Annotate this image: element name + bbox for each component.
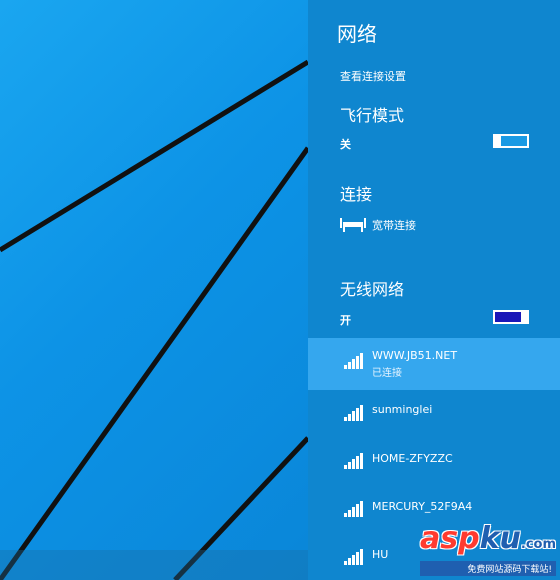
wifi-network-name: HU [372, 548, 389, 561]
broadband-connection[interactable]: 宽带连接 [340, 215, 416, 233]
wifi-heading: 无线网络 [340, 280, 405, 299]
wifi-signal-icon [344, 549, 363, 565]
toggle-knob [493, 134, 501, 148]
wallpaper-line [0, 146, 308, 580]
wifi-signal-icon [344, 405, 363, 421]
watermark-subtitle: 免费网站源码下载站! [419, 561, 556, 576]
flyout-title: 网络 [337, 22, 377, 46]
airplane-mode-heading: 飞行模式 [340, 106, 405, 125]
watermark-logo-a: asp [419, 521, 480, 556]
wifi-signal-icon [344, 353, 363, 369]
watermark-logo: aspku.com [420, 524, 556, 560]
wifi-network-item[interactable]: sunminglei [308, 390, 560, 442]
wifi-signal-icon [344, 453, 363, 469]
airplane-mode-state: 关 [340, 138, 351, 151]
wifi-state: 开 [340, 314, 351, 327]
network-flyout: 网络 查看连接设置 飞行模式 关 连接 宽带连接 无线网络 开 WWW.JB51… [308, 0, 560, 580]
wifi-network-status: 已连接 [372, 368, 402, 379]
wallpaper-line [0, 59, 308, 253]
toggle-knob [521, 310, 529, 324]
wifi-toggle[interactable] [493, 310, 529, 324]
wifi-network-name: HOME-ZFYZZC [372, 452, 453, 465]
wifi-signal-icon [344, 501, 363, 517]
broadband-label: 宽带连接 [372, 219, 416, 232]
wifi-network-name: WWW.JB51.NET [372, 349, 458, 362]
wallpaper-lines [0, 59, 308, 580]
taskbar [0, 550, 308, 580]
wifi-network-name: MERCURY_52F9A4 [372, 500, 473, 513]
wifi-network-item[interactable]: WWW.JB51.NET 已连接 [308, 338, 560, 390]
watermark: aspku.com 免费网站源码下载站! [419, 524, 556, 576]
airplane-mode-toggle[interactable] [493, 134, 529, 148]
ethernet-icon [340, 218, 366, 232]
view-connection-settings-link[interactable]: 查看连接设置 [340, 68, 406, 84]
wifi-network-name: sunminglei [372, 403, 433, 416]
wifi-network-item[interactable]: HOME-ZFYZZC [308, 438, 560, 490]
watermark-logo-com: .com [520, 537, 556, 552]
desktop-wallpaper [0, 0, 308, 580]
connections-heading: 连接 [340, 185, 373, 204]
watermark-logo-b: ku [479, 521, 521, 556]
